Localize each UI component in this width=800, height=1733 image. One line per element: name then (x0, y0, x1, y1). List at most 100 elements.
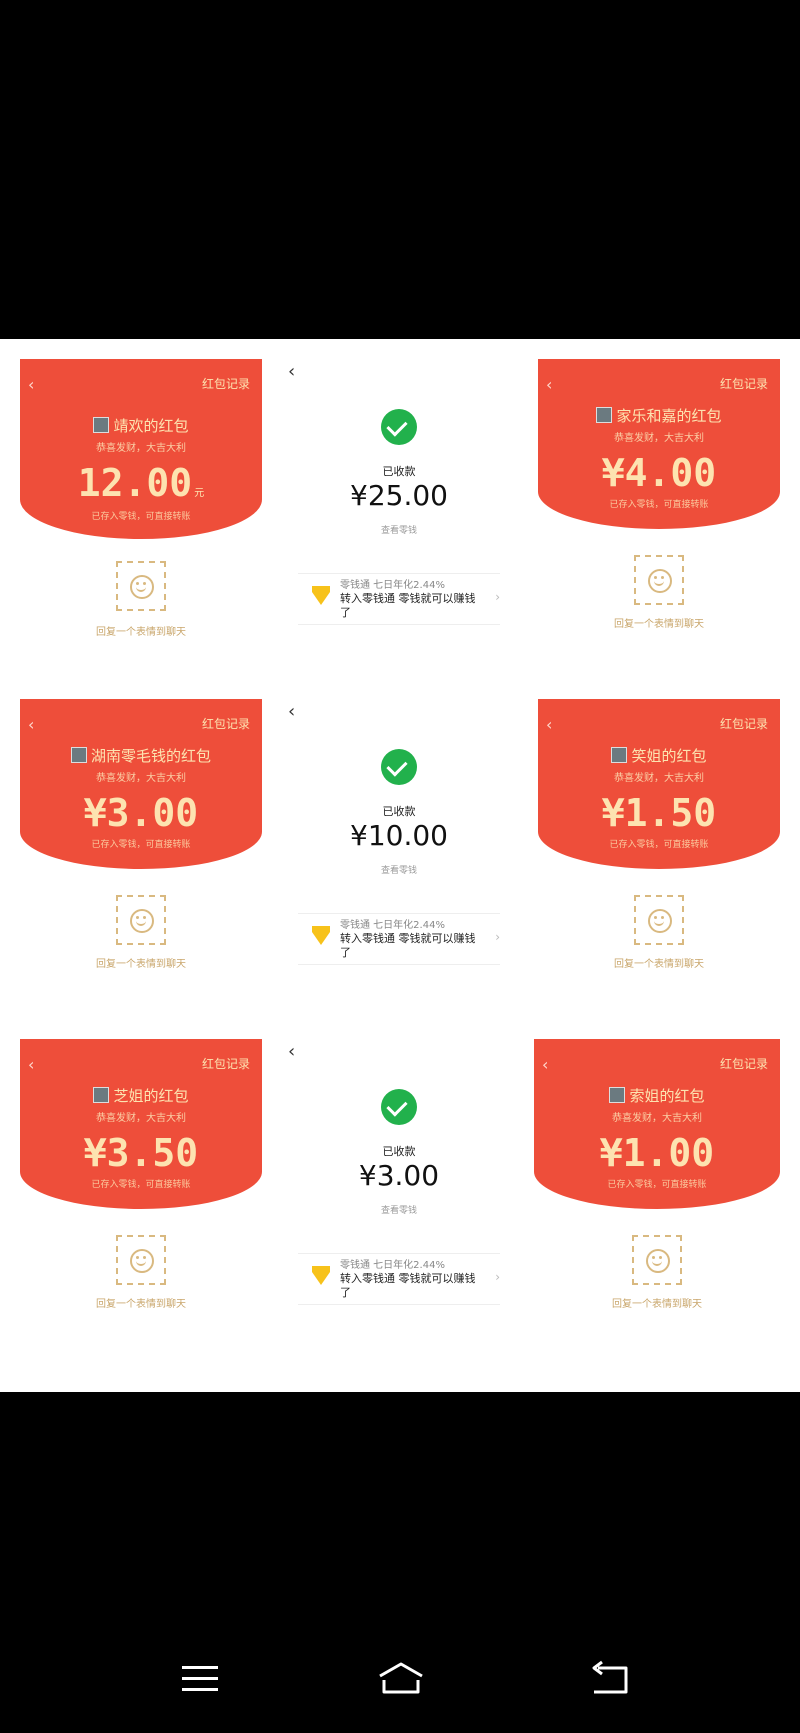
sender-name: 靖欢的红包 (20, 415, 262, 436)
home-icon-shape (379, 1662, 423, 1694)
back-icon[interactable]: ‹ (288, 701, 295, 722)
avatar (611, 747, 628, 763)
sender-name: 芝姐的红包 (20, 1085, 262, 1106)
red-packet-panel-1: ‹ 红包记录 靖欢的红包 恭喜发财，大吉大利 12.00 元 已存入零钱，可直接转… (20, 359, 262, 659)
view-change-link[interactable]: 查看零钱 (280, 1203, 518, 1216)
avatar (609, 1087, 626, 1103)
menu-icon[interactable] (178, 1660, 222, 1696)
received-panel-1: ‹ 已收款 ¥25.00 查看零钱 零钱通 七日年化2.44% 转入零钱通 零钱… (280, 359, 518, 659)
check-icon (381, 409, 417, 445)
sticker-reply-text: 回复一个表情到聊天 (614, 959, 704, 970)
wish-text: 恭喜发财，大吉大利 (96, 443, 186, 454)
chevron-right-icon: › (495, 590, 500, 604)
sticker-reply-text: 回复一个表情到聊天 (96, 627, 186, 638)
red-packet-header: ‹ 红包记录 靖欢的红包 恭喜发财，大吉大利 12.00 元 已存入零钱，可直接转… (20, 359, 262, 539)
red-packet-panel-6: ‹ 红包记录 芝姐的红包 恭喜发财，大吉大利 ¥3.50 已存入零钱，可直接转账… (20, 1039, 262, 1339)
sender-name: 湖南零毛钱的红包 (20, 745, 262, 766)
wish-text: 恭喜发财，大吉大利 (96, 773, 186, 784)
received-amount: ¥3.00 (358, 1159, 440, 1192)
back-icon[interactable]: ‹ (546, 715, 552, 734)
sticker-reply-button[interactable] (634, 895, 684, 945)
smiley-icon (646, 1249, 670, 1273)
lingqiantong-promo[interactable]: 零钱通 七日年化2.44% 转入零钱通 零钱就可以赚钱了 › (298, 573, 500, 625)
promo-title: 零钱通 七日年化2.44% (340, 920, 445, 931)
sticker-reply-button[interactable] (116, 895, 166, 945)
lingqiantong-promo[interactable]: 零钱通 七日年化2.44% 转入零钱通 零钱就可以赚钱了 › (298, 1253, 500, 1305)
chevron-right-icon: › (495, 1270, 500, 1284)
avatar (93, 417, 110, 433)
back-nav-icon[interactable] (588, 1660, 632, 1696)
promo-text: 转入零钱通 零钱就可以赚钱了 (340, 1272, 476, 1299)
red-packet-record-link[interactable]: 红包记录 (720, 375, 768, 392)
red-packet-panel-5: ‹ 红包记录 笑姐的红包 恭喜发财，大吉大利 ¥1.50 已存入零钱，可直接转账… (538, 699, 780, 999)
red-packet-record-link[interactable]: 红包记录 (720, 715, 768, 732)
sticker-reply-text: 回复一个表情到聊天 (96, 1299, 186, 1310)
red-packet-panel-2: ‹ 红包记录 家乐和嘉的红包 恭喜发财，大吉大利 ¥4.00 已存入零钱，可直接… (538, 359, 780, 659)
sticker-reply-button[interactable] (116, 1235, 166, 1285)
sticker-reply-button[interactable] (632, 1235, 682, 1285)
smiley-icon (130, 909, 154, 933)
received-status: 已收款 (382, 1145, 416, 1158)
diamond-icon (312, 1266, 330, 1285)
sticker-reply-button[interactable] (634, 555, 684, 605)
smiley-icon (130, 575, 154, 599)
deposit-note: 已存入零钱，可直接转账 (91, 1180, 191, 1190)
amount: ¥3.50 (83, 1131, 199, 1175)
red-packet-panel-8: ‹ 红包记录 索姐的红包 恭喜发财，大吉大利 ¥1.00 已存入零钱，可直接转账… (534, 1039, 780, 1339)
amount: ¥4.00 (601, 451, 717, 495)
received-panel-2: ‹ 已收款 ¥10.00 查看零钱 零钱通 七日年化2.44% 转入零钱通 零钱… (280, 699, 518, 999)
deposit-note: 已存入零钱，可直接转账 (607, 1180, 707, 1190)
back-arrow-shape (592, 1660, 628, 1694)
wish-text: 恭喜发财，大吉大利 (96, 1113, 186, 1124)
avatar (596, 407, 613, 423)
amount: ¥1.00 (599, 1131, 715, 1175)
check-icon (381, 1089, 417, 1125)
lingqiantong-promo[interactable]: 零钱通 七日年化2.44% 转入零钱通 零钱就可以赚钱了 › (298, 913, 500, 965)
red-packet-record-link[interactable]: 红包记录 (720, 1055, 768, 1072)
avatar (70, 747, 87, 763)
sender-name: 家乐和嘉的红包 (538, 405, 780, 426)
red-packet-record-link[interactable]: 红包记录 (202, 715, 250, 732)
sticker-reply-text: 回复一个表情到聊天 (96, 959, 186, 970)
view-change-link[interactable]: 查看零钱 (280, 863, 518, 876)
smiley-icon (648, 909, 672, 933)
red-packet-header: ‹ 红包记录 芝姐的红包 恭喜发财，大吉大利 ¥3.50 已存入零钱，可直接转账 (20, 1039, 262, 1209)
promo-text: 转入零钱通 零钱就可以赚钱了 (340, 932, 476, 959)
smiley-icon (648, 569, 672, 593)
smiley-icon (130, 1249, 154, 1273)
back-icon[interactable]: ‹ (28, 715, 34, 734)
received-panel-3: ‹ 已收款 ¥3.00 查看零钱 零钱通 七日年化2.44% 转入零钱通 零钱就… (280, 1039, 518, 1339)
deposit-note: 已存入零钱，可直接转账 (609, 840, 709, 850)
wish-text: 恭喜发财，大吉大利 (612, 1113, 702, 1124)
back-icon[interactable]: ‹ (28, 375, 34, 394)
back-icon[interactable]: ‹ (546, 375, 552, 394)
received-amount: ¥10.00 (350, 819, 448, 852)
back-icon[interactable]: ‹ (288, 361, 295, 382)
back-icon[interactable]: ‹ (28, 1055, 34, 1074)
sticker-reply-button[interactable] (116, 561, 166, 611)
check-icon (381, 749, 417, 785)
avatar (93, 1087, 110, 1103)
screenshot-collage: ‹ 红包记录 靖欢的红包 恭喜发财，大吉大利 12.00 元 已存入零钱，可直接转… (0, 339, 800, 1392)
red-packet-record-link[interactable]: 红包记录 (202, 375, 250, 392)
promo-text: 转入零钱通 零钱就可以赚钱了 (340, 592, 476, 619)
red-packet-panel-3: ‹ 红包记录 湖南零毛钱的红包 恭喜发财，大吉大利 ¥3.00 已存入零钱，可直… (20, 699, 262, 999)
amount: 12.00 元 (77, 461, 205, 505)
red-packet-header: ‹ 红包记录 笑姐的红包 恭喜发财，大吉大利 ¥1.50 已存入零钱，可直接转账 (538, 699, 780, 869)
red-packet-header: ‹ 红包记录 索姐的红包 恭喜发财，大吉大利 ¥1.00 已存入零钱，可直接转账 (534, 1039, 780, 1209)
view-change-link[interactable]: 查看零钱 (280, 523, 518, 536)
back-icon[interactable]: ‹ (288, 1041, 295, 1062)
received-status: 已收款 (382, 805, 416, 818)
deposit-note: 已存入零钱，可直接转账 (609, 500, 709, 510)
back-icon[interactable]: ‹ (542, 1055, 548, 1074)
received-amount: ¥25.00 (350, 479, 448, 512)
diamond-icon (312, 926, 330, 945)
promo-title: 零钱通 七日年化2.44% (340, 1260, 445, 1271)
amount: ¥3.00 (83, 791, 199, 835)
red-packet-header: ‹ 红包记录 湖南零毛钱的红包 恭喜发财，大吉大利 ¥3.00 已存入零钱，可直… (20, 699, 262, 869)
home-icon[interactable] (376, 1660, 423, 1696)
amount: ¥1.50 (601, 791, 717, 835)
sender-name: 笑姐的红包 (538, 745, 780, 766)
received-status: 已收款 (382, 465, 416, 478)
red-packet-record-link[interactable]: 红包记录 (202, 1055, 250, 1072)
